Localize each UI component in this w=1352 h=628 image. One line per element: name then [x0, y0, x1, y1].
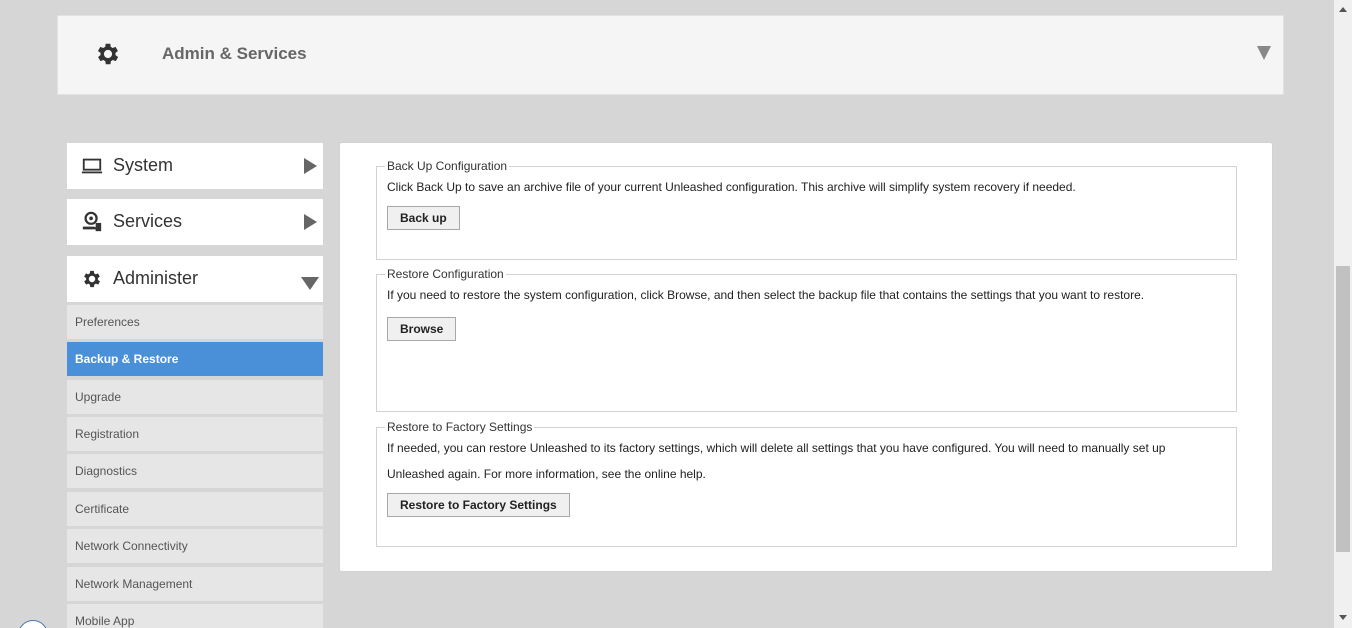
gear-icon [97, 43, 119, 65]
laptop-icon [81, 158, 103, 174]
sidebar-item-network-connectivity[interactable]: Network Connectivity [67, 529, 323, 563]
sidebar-section-system[interactable]: System [67, 143, 323, 189]
section-legend: Restore Configuration [387, 267, 504, 281]
page-scrollbar[interactable] [1334, 0, 1352, 628]
section-description: If needed, you can restore Unleashed to … [387, 441, 1166, 481]
section-description: Click Back Up to save an archive file of… [387, 180, 1076, 194]
section-legend: Back Up Configuration [387, 159, 508, 173]
page-title: Admin & Services [162, 44, 307, 63]
sidebar-item-mobile-app[interactable]: Mobile App [67, 604, 323, 628]
restore-section: Restore Configuration If you need to res… [376, 267, 1237, 412]
admin-services-header[interactable]: Admin & Services [57, 15, 1284, 95]
gear-icon [84, 270, 100, 288]
section-description: If you need to restore the system config… [387, 288, 1145, 302]
sidebar-section-services[interactable]: Services [67, 199, 323, 245]
sidebar-item-registration[interactable]: Registration [67, 417, 323, 451]
services-icon [82, 211, 102, 232]
sidebar-item-network-management[interactable]: Network Management [67, 567, 323, 601]
section-legend: Restore to Factory Settings [387, 420, 533, 434]
back-up-button[interactable]: Back up [387, 206, 460, 230]
sidebar-section-label: Administer [113, 268, 199, 288]
sidebar-item-preferences[interactable]: Preferences [67, 305, 323, 339]
sidebar-item-certificate[interactable]: Certificate [67, 492, 323, 526]
sidebar-item-backup-restore[interactable]: Backup & Restore [67, 342, 323, 376]
help-icon[interactable] [18, 620, 48, 628]
collapse-arrow-icon [301, 277, 319, 290]
browse-button[interactable]: Browse [387, 317, 457, 341]
backup-restore-panel: Back Up Configuration Click Back Up to s… [339, 142, 1273, 572]
collapse-caret-icon[interactable] [1257, 46, 1271, 60]
expand-arrow-icon [304, 214, 317, 230]
backup-section: Back Up Configuration Click Back Up to s… [376, 159, 1237, 260]
scrollbar-thumb[interactable] [1336, 266, 1350, 552]
sidebar-item-upgrade[interactable]: Upgrade [67, 380, 323, 414]
sidebar-section-administer[interactable]: Administer [67, 256, 323, 302]
sidebar-section-label: Services [113, 211, 183, 231]
sidebar-section-label: System [113, 155, 174, 175]
sidebar-item-diagnostics[interactable]: Diagnostics [67, 454, 323, 488]
scroll-down-arrow-icon[interactable] [1339, 615, 1347, 620]
scroll-up-arrow-icon[interactable] [1339, 7, 1347, 12]
restore-factory-settings-button[interactable]: Restore to Factory Settings [387, 493, 570, 517]
expand-arrow-icon [304, 158, 317, 174]
factory-reset-section: Restore to Factory Settings If needed, y… [376, 420, 1237, 547]
